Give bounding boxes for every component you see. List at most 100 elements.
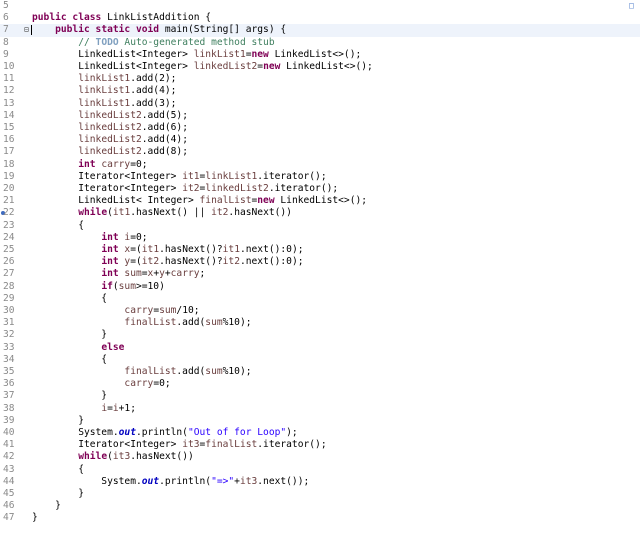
- code-line[interactable]: 23 {: [0, 220, 640, 232]
- code-text[interactable]: while(it3.hasNext()): [32, 451, 194, 463]
- code-text[interactable]: }: [32, 500, 61, 512]
- code-text[interactable]: finalList.add(sum%10);: [32, 317, 251, 329]
- code-line[interactable]: 18 int carry=0;: [0, 159, 640, 171]
- code-line[interactable]: 24 int i=0;: [0, 232, 640, 244]
- code-line[interactable]: 38 i=i+1;: [0, 403, 640, 415]
- overview-ruler-marker-icon[interactable]: □: [629, 2, 636, 10]
- code-line[interactable]: 20 Iterator<Integer> it2=linkedList2.ite…: [0, 183, 640, 195]
- code-text[interactable]: linkedList2.add(8);: [32, 146, 188, 158]
- code-text[interactable]: if(sum>=10): [32, 281, 165, 293]
- code-text[interactable]: linkList1.add(3);: [32, 98, 176, 110]
- code-text[interactable]: linkedList2.add(6);: [32, 122, 188, 134]
- code-text[interactable]: int sum=x+y+carry;: [32, 268, 205, 280]
- code-line[interactable]: 32 }: [0, 329, 640, 341]
- line-number: 5: [3, 0, 9, 11]
- line-number: 22: [3, 207, 15, 219]
- code-line[interactable]: 21 LinkedList< Integer> finalList=new Li…: [0, 195, 640, 207]
- code-text[interactable]: {: [32, 464, 84, 476]
- code-text[interactable]: LinkedList< Integer> finalList=new Linke…: [32, 195, 367, 207]
- code-text[interactable]: LinkedList<Integer> linkList1=new Linked…: [32, 49, 361, 61]
- code-text[interactable]: linkedList2.add(5);: [32, 110, 188, 122]
- code-text[interactable]: }: [32, 329, 107, 341]
- code-text[interactable]: int i=0;: [32, 232, 147, 244]
- code-line[interactable]: 36 carry=0;: [0, 378, 640, 390]
- code-line[interactable]: 41 Iterator<Integer> it3=finalList.itera…: [0, 439, 640, 451]
- code-line[interactable]: 40 System.out.println("Out of for Loop")…: [0, 427, 640, 439]
- token-plain: .hasNext()): [130, 451, 194, 463]
- code-line[interactable]: 9 LinkedList<Integer> linkList1=new Link…: [0, 49, 640, 61]
- code-line[interactable]: 14 linkedList2.add(5);: [0, 110, 640, 122]
- token-plain: .add(5);: [141, 109, 188, 121]
- code-line[interactable]: 11 linkList1.add(2);: [0, 73, 640, 85]
- code-text[interactable]: int y=(it2.hasNext()?it2.next():0);: [32, 256, 303, 268]
- code-text[interactable]: int carry=0;: [32, 159, 147, 171]
- code-text[interactable]: {: [32, 220, 84, 232]
- code-text[interactable]: carry=0;: [32, 378, 171, 390]
- code-text[interactable]: // TODO Auto-generated method stub: [32, 37, 274, 49]
- code-text[interactable]: {: [32, 293, 107, 305]
- code-text[interactable]: linkedList2.add(4);: [32, 134, 188, 146]
- code-text[interactable]: System.out.println("=>"+it3.next());: [32, 476, 309, 488]
- code-line[interactable]: 39 }: [0, 415, 640, 427]
- token-plain: =0;: [153, 378, 171, 390]
- token-var: linkedList2: [193, 61, 258, 72]
- code-line[interactable]: 15 linkedList2.add(6);: [0, 122, 640, 134]
- code-line[interactable]: 47}: [0, 512, 640, 524]
- code-line[interactable]: 12 linkList1.add(4);: [0, 85, 640, 97]
- code-line[interactable]: 37 }: [0, 390, 640, 402]
- code-text[interactable]: linkList1.add(2);: [32, 73, 176, 85]
- code-text[interactable]: }: [32, 390, 107, 402]
- code-line[interactable]: 13 linkList1.add(3);: [0, 98, 640, 110]
- code-line[interactable]: 17 linkedList2.add(8);: [0, 146, 640, 158]
- code-line[interactable]: 28 if(sum>=10): [0, 281, 640, 293]
- code-line[interactable]: 25 int x=(it1.hasNext()?it1.next():0);: [0, 244, 640, 256]
- code-line[interactable]: 26 int y=(it2.hasNext()?it2.next():0);: [0, 256, 640, 268]
- code-line[interactable]: 34 {: [0, 354, 640, 366]
- line-number: 8: [3, 36, 9, 48]
- code-text[interactable]: {: [32, 354, 107, 366]
- code-text[interactable]: System.out.println("Out of for Loop");: [32, 427, 298, 439]
- code-text[interactable]: linkList1.add(4);: [32, 85, 176, 97]
- code-line[interactable]: 16 linkedList2.add(4);: [0, 134, 640, 146]
- code-text[interactable]: }: [32, 512, 38, 524]
- code-line[interactable]: 42 while(it3.hasNext()): [0, 451, 640, 463]
- line-number: 47: [3, 512, 15, 524]
- code-line[interactable]: 6 public class LinkListAddition {: [0, 12, 640, 24]
- code-line[interactable]: 27 int sum=x+y+carry;: [0, 268, 640, 280]
- code-line[interactable]: 8 // TODO Auto-generated method stub: [0, 37, 640, 49]
- code-text[interactable]: i=i+1;: [32, 403, 136, 415]
- code-text[interactable]: else: [32, 342, 124, 354]
- fold-toggle-icon[interactable]: ⊟: [24, 24, 29, 36]
- code-line[interactable]: 29 {: [0, 293, 640, 305]
- code-line[interactable]: 30 carry=sum/10;: [0, 305, 640, 317]
- code-line[interactable]: 10 LinkedList<Integer> linkedList2=new L…: [0, 61, 640, 73]
- code-text[interactable]: LinkedList<Integer> linkedList2=new Link…: [32, 61, 373, 73]
- code-line[interactable]: 45 }: [0, 488, 640, 500]
- code-text[interactable]: while(it1.hasNext() || it2.hasNext()): [32, 207, 292, 219]
- code-editor[interactable]: 5 6 public class LinkListAddition {7 ⊟ publ…: [0, 0, 640, 541]
- code-line[interactable]: 31 finalList.add(sum%10);: [0, 317, 640, 329]
- code-text[interactable]: int x=(it1.hasNext()?it1.next():0);: [32, 244, 303, 256]
- code-text[interactable]: public static void main(String[] args) {: [32, 24, 286, 36]
- code-line[interactable]: 5: [0, 0, 640, 12]
- code-line[interactable]: 44 System.out.println("=>"+it3.next());: [0, 476, 640, 488]
- code-text[interactable]: Iterator<Integer> it2=linkedList2.iterat…: [32, 183, 338, 195]
- code-line[interactable]: 19 Iterator<Integer> it1=linkList1.itera…: [0, 171, 640, 183]
- code-line[interactable]: 7 ⊟ public static void main(String[] args…: [0, 24, 640, 37]
- code-line[interactable]: 33 else: [0, 342, 640, 354]
- code-text[interactable]: finalList.add(sum%10);: [32, 366, 251, 378]
- code-line[interactable]: 43 {: [0, 464, 640, 476]
- code-text[interactable]: public class LinkListAddition {: [32, 12, 211, 24]
- code-line[interactable]: 35 finalList.add(sum%10);: [0, 366, 640, 378]
- code-text[interactable]: carry=sum/10;: [32, 305, 199, 317]
- line-number: 23: [3, 219, 15, 231]
- code-text[interactable]: Iterator<Integer> it1=linkList1.iterator…: [32, 171, 326, 183]
- code-text[interactable]: Iterator<Integer> it3=finalList.iterator…: [32, 439, 326, 451]
- code-text[interactable]: }: [32, 488, 84, 500]
- line-number: 24: [3, 231, 15, 243]
- line-number: 26: [3, 256, 15, 268]
- token-plain: {: [32, 219, 84, 231]
- code-line[interactable]: 46 }: [0, 500, 640, 512]
- code-line[interactable]: 22 while(it1.hasNext() || it2.hasNext()): [0, 207, 640, 219]
- code-text[interactable]: }: [32, 415, 84, 427]
